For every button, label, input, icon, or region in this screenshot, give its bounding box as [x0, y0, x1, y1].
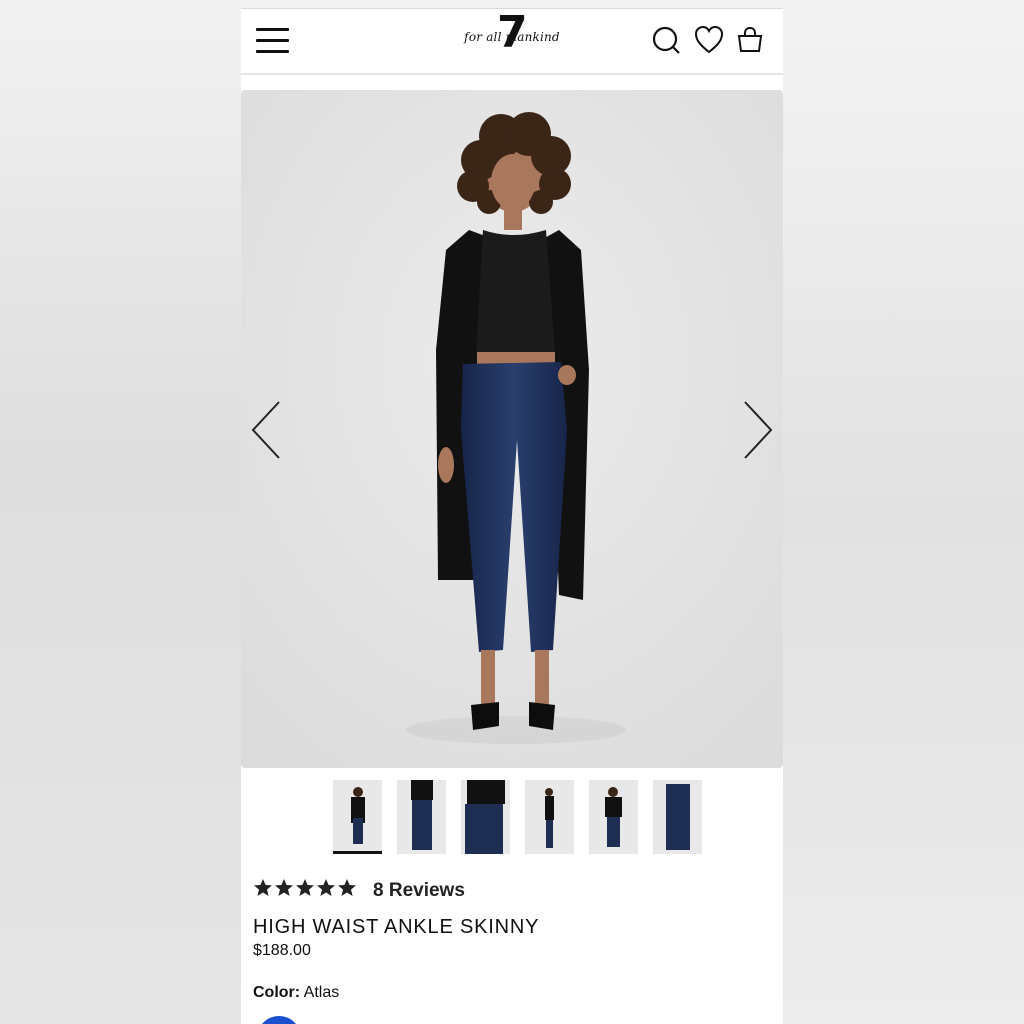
thumbnail-3[interactable]: [461, 780, 510, 854]
color-swatch-atlas[interactable]: [257, 1016, 301, 1024]
product-page: 7 for all mankind 8 Reviews HIGH WAIST A…: [241, 0, 783, 1024]
product-price: $188.00: [253, 942, 311, 959]
star-rating: [254, 879, 356, 896]
heart-icon[interactable]: [694, 25, 724, 55]
reviews-link[interactable]: 8 Reviews: [373, 880, 465, 902]
backdrop-right: [783, 0, 1024, 1024]
prev-image-arrow[interactable]: [249, 400, 283, 460]
brand-logo[interactable]: 7 for all mankind: [451, 11, 573, 65]
menu-icon[interactable]: [256, 28, 289, 54]
product-image[interactable]: [241, 90, 783, 768]
thumbnail-4[interactable]: [525, 780, 574, 854]
color-selector-label: Color: Atlas: [253, 984, 339, 1002]
thumbnail-2[interactable]: [397, 780, 446, 854]
product-title: HIGH WAIST ANKLE SKINNY: [253, 916, 540, 938]
logo-text: for all mankind: [464, 30, 560, 44]
backdrop-left: [0, 0, 241, 1024]
search-icon[interactable]: [651, 25, 681, 55]
thumbnail-strip: [333, 780, 705, 856]
thumbnail-1[interactable]: [333, 780, 382, 854]
next-image-arrow[interactable]: [741, 400, 775, 460]
thumbnail-6[interactable]: [653, 780, 702, 854]
color-value: Atlas: [303, 984, 340, 1001]
rating-row: 8 Reviews: [253, 876, 553, 904]
thumbnail-5[interactable]: [589, 780, 638, 854]
bag-icon[interactable]: [735, 25, 765, 55]
model-photo: [241, 90, 783, 768]
color-label: Color:: [253, 984, 301, 1001]
site-header: 7 for all mankind: [241, 9, 783, 75]
